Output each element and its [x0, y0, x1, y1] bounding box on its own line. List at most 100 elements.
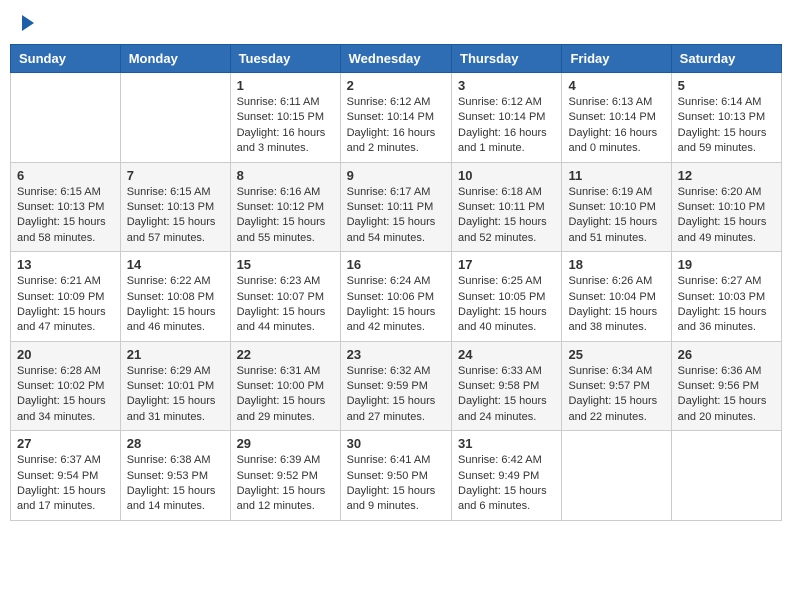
weekday-header: Wednesday [340, 45, 451, 73]
day-number: 16 [347, 257, 445, 272]
day-info: Sunrise: 6:38 AM Sunset: 9:53 PM Dayligh… [127, 453, 224, 515]
calendar-cell: 19 Sunrise: 6:27 AM Sunset: 10:03 PM Dayl… [671, 252, 781, 342]
calendar-cell: 4 Sunrise: 6:13 AM Sunset: 10:14 PM Dayli… [562, 73, 671, 163]
day-number: 27 [17, 436, 114, 451]
day-number: 4 [568, 78, 664, 93]
calendar-cell: 26Sunrise: 6:36 AM Sunset: 9:56 PM Dayli… [671, 341, 781, 431]
calendar-week-row: 1Sunrise: 6:11 AM Sunset: 10:15 PM Dayli… [11, 73, 782, 163]
weekday-header: Friday [562, 45, 671, 73]
day-number: 25 [568, 347, 664, 362]
calendar-cell: 18 Sunrise: 6:26 AM Sunset: 10:04 PM Dayl… [562, 252, 671, 342]
calendar-cell: 3 Sunrise: 6:12 AM Sunset: 10:14 PM Dayli… [452, 73, 562, 163]
day-info: Sunrise: 6:31 AM Sunset: 10:00 PM Daylig… [237, 364, 334, 426]
day-number: 2 [347, 78, 445, 93]
calendar-cell [11, 73, 121, 163]
day-info: Sunrise: 6:16 AM Sunset: 10:12 PM Daylig… [237, 185, 334, 247]
day-info: Sunrise: 6:14 AM Sunset: 10:13 PM Daylig… [678, 95, 775, 157]
page-header [10, 10, 782, 36]
logo-arrow-icon [22, 15, 34, 31]
calendar-cell: 31 Sunrise: 6:42 AM Sunset: 9:49 PM Dayli… [452, 431, 562, 521]
calendar-cell [671, 431, 781, 521]
day-info: Sunrise: 6:17 AM Sunset: 10:11 PM Daylig… [347, 185, 445, 247]
day-info: Sunrise: 6:12 AM Sunset: 10:14 PM Daylig… [458, 95, 555, 157]
calendar-cell: 15 Sunrise: 6:23 AM Sunset: 10:07 PM Dayl… [230, 252, 340, 342]
calendar-cell: 30 Sunrise: 6:41 AM Sunset: 9:50 PM Dayli… [340, 431, 451, 521]
calendar-cell: 22 Sunrise: 6:31 AM Sunset: 10:00 PM Dayl… [230, 341, 340, 431]
day-number: 3 [458, 78, 555, 93]
calendar-week-row: 20 Sunrise: 6:28 AM Sunset: 10:02 PM Dayl… [11, 341, 782, 431]
calendar-cell: 20 Sunrise: 6:28 AM Sunset: 10:02 PM Dayl… [11, 341, 121, 431]
calendar-week-row: 27Sunrise: 6:37 AM Sunset: 9:54 PM Dayli… [11, 431, 782, 521]
calendar-cell: 27Sunrise: 6:37 AM Sunset: 9:54 PM Dayli… [11, 431, 121, 521]
calendar-cell [120, 73, 230, 163]
weekday-header: Sunday [11, 45, 121, 73]
calendar-cell: 16 Sunrise: 6:24 AM Sunset: 10:06 PM Dayl… [340, 252, 451, 342]
day-number: 18 [568, 257, 664, 272]
calendar-cell: 14Sunrise: 6:22 AM Sunset: 10:08 PM Dayl… [120, 252, 230, 342]
calendar-cell: 7 Sunrise: 6:15 AM Sunset: 10:13 PM Dayli… [120, 162, 230, 252]
day-info: Sunrise: 6:33 AM Sunset: 9:58 PM Dayligh… [458, 364, 555, 426]
day-info: Sunrise: 6:29 AM Sunset: 10:01 PM Daylig… [127, 364, 224, 426]
weekday-header: Monday [120, 45, 230, 73]
calendar-cell: 28 Sunrise: 6:38 AM Sunset: 9:53 PM Dayli… [120, 431, 230, 521]
day-info: Sunrise: 6:25 AM Sunset: 10:05 PM Daylig… [458, 274, 555, 336]
day-number: 29 [237, 436, 334, 451]
calendar-cell: 9 Sunrise: 6:17 AM Sunset: 10:11 PM Dayli… [340, 162, 451, 252]
day-number: 31 [458, 436, 555, 451]
calendar-cell: 21 Sunrise: 6:29 AM Sunset: 10:01 PM Dayl… [120, 341, 230, 431]
day-info: Sunrise: 6:21 AM Sunset: 10:09 PM Daylig… [17, 274, 114, 336]
day-info: Sunrise: 6:12 AM Sunset: 10:14 PM Daylig… [347, 95, 445, 157]
calendar-cell: 23 Sunrise: 6:32 AM Sunset: 9:59 PM Dayli… [340, 341, 451, 431]
day-info: Sunrise: 6:39 AM Sunset: 9:52 PM Dayligh… [237, 453, 334, 515]
day-number: 7 [127, 168, 224, 183]
day-info: Sunrise: 6:26 AM Sunset: 10:04 PM Daylig… [568, 274, 664, 336]
calendar-week-row: 6 Sunrise: 6:15 AM Sunset: 10:13 PM Dayli… [11, 162, 782, 252]
day-number: 6 [17, 168, 114, 183]
calendar-cell: 2 Sunrise: 6:12 AM Sunset: 10:14 PM Dayli… [340, 73, 451, 163]
day-info: Sunrise: 6:15 AM Sunset: 10:13 PM Daylig… [127, 185, 224, 247]
calendar-cell: 6 Sunrise: 6:15 AM Sunset: 10:13 PM Dayli… [11, 162, 121, 252]
calendar-cell: 13Sunrise: 6:21 AM Sunset: 10:09 PM Dayl… [11, 252, 121, 342]
day-info: Sunrise: 6:23 AM Sunset: 10:07 PM Daylig… [237, 274, 334, 336]
day-info: Sunrise: 6:41 AM Sunset: 9:50 PM Dayligh… [347, 453, 445, 515]
day-number: 9 [347, 168, 445, 183]
weekday-header: Saturday [671, 45, 781, 73]
day-number: 30 [347, 436, 445, 451]
day-info: Sunrise: 6:24 AM Sunset: 10:06 PM Daylig… [347, 274, 445, 336]
day-info: Sunrise: 6:32 AM Sunset: 9:59 PM Dayligh… [347, 364, 445, 426]
calendar-cell: 8 Sunrise: 6:16 AM Sunset: 10:12 PM Dayli… [230, 162, 340, 252]
day-number: 5 [678, 78, 775, 93]
calendar-cell: 25Sunrise: 6:34 AM Sunset: 9:57 PM Dayli… [562, 341, 671, 431]
calendar-week-row: 13Sunrise: 6:21 AM Sunset: 10:09 PM Dayl… [11, 252, 782, 342]
day-info: Sunrise: 6:28 AM Sunset: 10:02 PM Daylig… [17, 364, 114, 426]
calendar-cell: 17Sunrise: 6:25 AM Sunset: 10:05 PM Dayl… [452, 252, 562, 342]
calendar-cell: 10 Sunrise: 6:18 AM Sunset: 10:11 PM Dayl… [452, 162, 562, 252]
day-info: Sunrise: 6:18 AM Sunset: 10:11 PM Daylig… [458, 185, 555, 247]
day-number: 26 [678, 347, 775, 362]
day-info: Sunrise: 6:19 AM Sunset: 10:10 PM Daylig… [568, 185, 664, 247]
day-number: 20 [17, 347, 114, 362]
day-number: 28 [127, 436, 224, 451]
day-number: 19 [678, 257, 775, 272]
day-info: Sunrise: 6:22 AM Sunset: 10:08 PM Daylig… [127, 274, 224, 336]
day-number: 23 [347, 347, 445, 362]
day-number: 8 [237, 168, 334, 183]
day-info: Sunrise: 6:42 AM Sunset: 9:49 PM Dayligh… [458, 453, 555, 515]
calendar-cell: 5 Sunrise: 6:14 AM Sunset: 10:13 PM Dayli… [671, 73, 781, 163]
day-number: 24 [458, 347, 555, 362]
calendar-table: SundayMondayTuesdayWednesdayThursdayFrid… [10, 44, 782, 521]
day-number: 21 [127, 347, 224, 362]
weekday-header: Thursday [452, 45, 562, 73]
day-info: Sunrise: 6:27 AM Sunset: 10:03 PM Daylig… [678, 274, 775, 336]
calendar-cell: 24 Sunrise: 6:33 AM Sunset: 9:58 PM Dayli… [452, 341, 562, 431]
calendar-header-row: SundayMondayTuesdayWednesdayThursdayFrid… [11, 45, 782, 73]
day-number: 11 [568, 168, 664, 183]
calendar-cell: 12Sunrise: 6:20 AM Sunset: 10:10 PM Dayl… [671, 162, 781, 252]
day-number: 22 [237, 347, 334, 362]
logo [20, 15, 34, 31]
day-info: Sunrise: 6:15 AM Sunset: 10:13 PM Daylig… [17, 185, 114, 247]
day-info: Sunrise: 6:13 AM Sunset: 10:14 PM Daylig… [568, 95, 664, 157]
day-number: 10 [458, 168, 555, 183]
calendar-cell: 11 Sunrise: 6:19 AM Sunset: 10:10 PM Dayl… [562, 162, 671, 252]
day-number: 15 [237, 257, 334, 272]
